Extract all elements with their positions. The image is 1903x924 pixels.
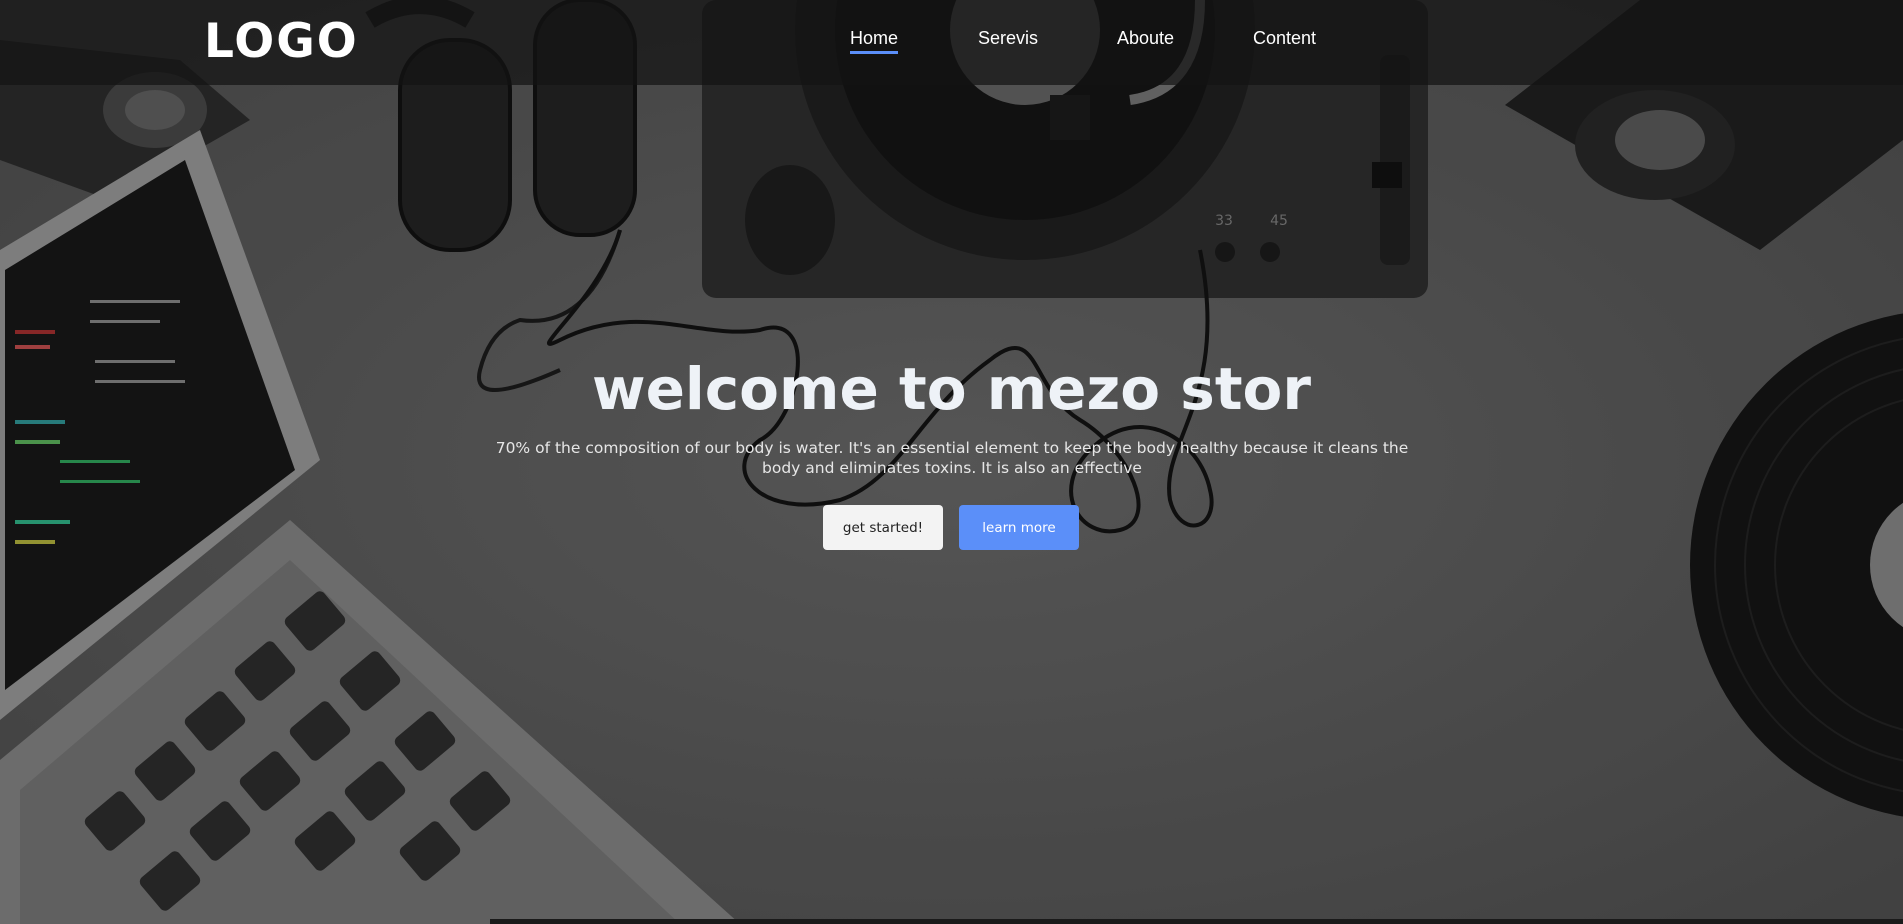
- nav-home-link[interactable]: Home: [850, 28, 899, 54]
- logo[interactable]: LOGO: [204, 14, 359, 69]
- nav-serevis-link[interactable]: Serevis: [978, 28, 1038, 51]
- nav-aboute-link[interactable]: Aboute: [1117, 28, 1174, 51]
- learn-more-button[interactable]: learn more: [959, 505, 1079, 550]
- navbar: LOGO Home Serevis Aboute Content: [0, 0, 1903, 85]
- nav-content-link[interactable]: Content: [1253, 28, 1316, 51]
- bottom-divider: [490, 919, 1903, 924]
- get-started-button[interactable]: get started!: [823, 505, 943, 550]
- hero-title: welcome to mezo stor: [591, 355, 1312, 423]
- hero-section: 33 45 LOGO Home Serevis Aboute Content w…: [0, 0, 1903, 924]
- hero-description: 70% of the composition of our body is wa…: [495, 439, 1409, 477]
